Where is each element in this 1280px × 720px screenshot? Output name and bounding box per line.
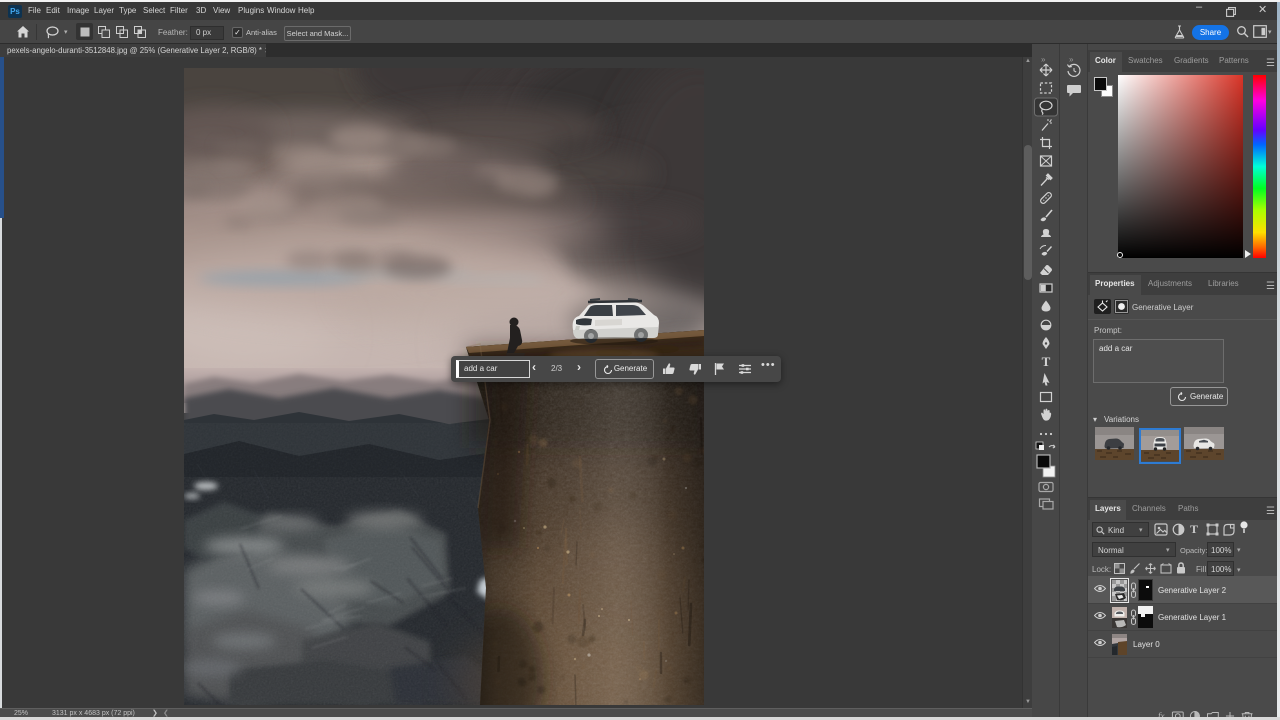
svg-text:T: T [1042, 354, 1051, 369]
svg-text:»: » [1069, 55, 1074, 64]
svg-text:»: » [1041, 55, 1046, 64]
